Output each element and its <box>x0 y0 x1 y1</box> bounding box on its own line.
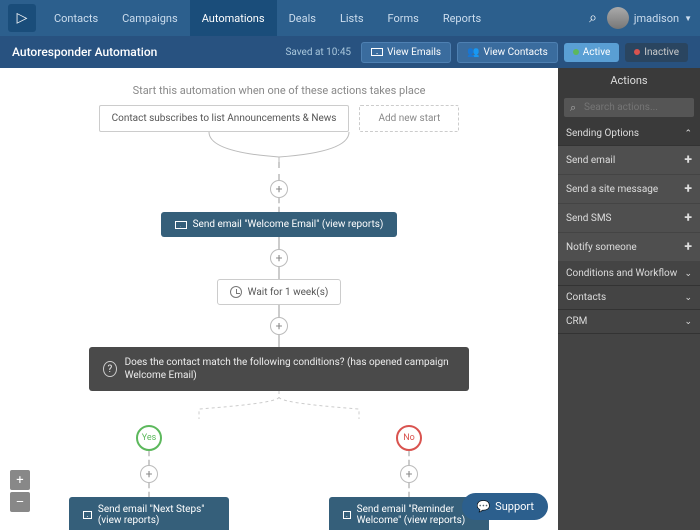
search-icon[interactable]: ⌕ <box>589 10 597 26</box>
envelope-icon <box>371 48 383 56</box>
nav-deals[interactable]: Deals <box>277 0 328 36</box>
nav-lists[interactable]: Lists <box>328 0 376 36</box>
page-title: Autoresponder Automation <box>12 45 157 59</box>
action-send-email[interactable]: Send email+ <box>558 146 700 175</box>
chevron-up-icon: ⌃ <box>684 129 692 139</box>
drag-plus-icon: + <box>684 239 692 255</box>
add-step-button[interactable]: + <box>270 249 288 267</box>
question-icon: ? <box>103 361 117 377</box>
trigger-node[interactable]: Contact subscribes to list Announcements… <box>99 105 350 132</box>
connector-line <box>408 483 410 497</box>
drag-plus-icon: + <box>684 152 692 168</box>
accordion-crm[interactable]: CRM⌄ <box>558 310 700 334</box>
drag-plus-icon: + <box>684 181 692 197</box>
user-name: jmadison <box>634 12 679 25</box>
connector-line <box>408 451 410 465</box>
chevron-down-icon: ⌄ <box>684 317 692 327</box>
people-icon: 👥 <box>467 47 479 58</box>
user-menu[interactable]: jmadison ▼ <box>607 7 692 29</box>
add-step-button[interactable]: + <box>140 465 158 483</box>
action-send-sms[interactable]: Send SMS+ <box>558 204 700 233</box>
accordion-sending-options[interactable]: Sending Options⌃ <box>558 122 700 146</box>
nav-campaigns[interactable]: Campaigns <box>110 0 190 36</box>
add-step-button[interactable]: + <box>270 180 288 198</box>
inactive-toggle[interactable]: Inactive <box>625 43 688 62</box>
nav-reports[interactable]: Reports <box>431 0 493 36</box>
accordion-conditions[interactable]: Conditions and Workflow⌄ <box>558 262 700 286</box>
nav-forms[interactable]: Forms <box>376 0 431 36</box>
wait-node[interactable]: Wait for 1 week(s) <box>217 279 342 305</box>
view-emails-button[interactable]: View Emails <box>361 42 451 63</box>
send-email-node-welcome[interactable]: Send email "Welcome Email" (view reports… <box>161 212 398 237</box>
connector-line <box>278 305 280 317</box>
chat-icon: 💬 <box>476 500 490 513</box>
branch-connector <box>129 391 429 419</box>
connector-curve <box>149 132 409 162</box>
chevron-down-icon: ⌄ <box>684 269 692 279</box>
active-dot-icon <box>573 49 579 55</box>
accordion-contacts[interactable]: Contacts⌄ <box>558 286 700 310</box>
connector-line <box>148 483 150 497</box>
action-notify-someone[interactable]: Notify someone+ <box>558 233 700 262</box>
connector-line <box>278 237 280 249</box>
nav-contacts[interactable]: Contacts <box>42 0 110 36</box>
active-toggle[interactable]: Active <box>564 43 620 62</box>
zoom-in-button[interactable]: + <box>10 470 30 490</box>
nav-automations[interactable]: Automations <box>190 0 277 36</box>
connector-line <box>278 198 280 212</box>
send-email-node-next-steps[interactable]: Send email "Next Steps" (view reports) <box>69 497 229 530</box>
add-step-button[interactable]: + <box>400 465 418 483</box>
clock-icon <box>230 286 242 298</box>
add-step-button[interactable]: + <box>270 317 288 335</box>
condition-node[interactable]: ?Does the contact match the following co… <box>89 347 469 391</box>
support-button[interactable]: 💬Support <box>462 493 548 520</box>
chevron-down-icon: ▼ <box>684 14 692 23</box>
avatar <box>607 7 629 29</box>
search-input[interactable] <box>564 98 694 117</box>
yes-branch[interactable]: Yes <box>136 425 162 451</box>
start-instruction: Start this automation when one of these … <box>69 84 489 97</box>
envelope-icon <box>343 511 351 519</box>
connector-line <box>278 162 280 180</box>
inactive-dot-icon <box>634 49 640 55</box>
connector-line <box>278 335 280 347</box>
no-branch[interactable]: No <box>396 425 422 451</box>
action-send-site-message[interactable]: Send a site message+ <box>558 175 700 204</box>
saved-timestamp: Saved at 10:45 <box>285 47 351 58</box>
connector-line <box>278 267 280 279</box>
view-contacts-button[interactable]: 👥View Contacts <box>457 42 558 63</box>
chevron-down-icon: ⌄ <box>684 293 692 303</box>
app-logo[interactable]: ▷ <box>8 4 36 32</box>
add-new-start-button[interactable]: Add new start <box>359 105 459 132</box>
connector-line <box>148 451 150 465</box>
zoom-out-button[interactable]: – <box>10 492 30 512</box>
drag-plus-icon: + <box>684 210 692 226</box>
sidebar-title: Actions <box>558 68 700 93</box>
envelope-icon <box>83 511 92 519</box>
envelope-icon <box>175 221 187 229</box>
